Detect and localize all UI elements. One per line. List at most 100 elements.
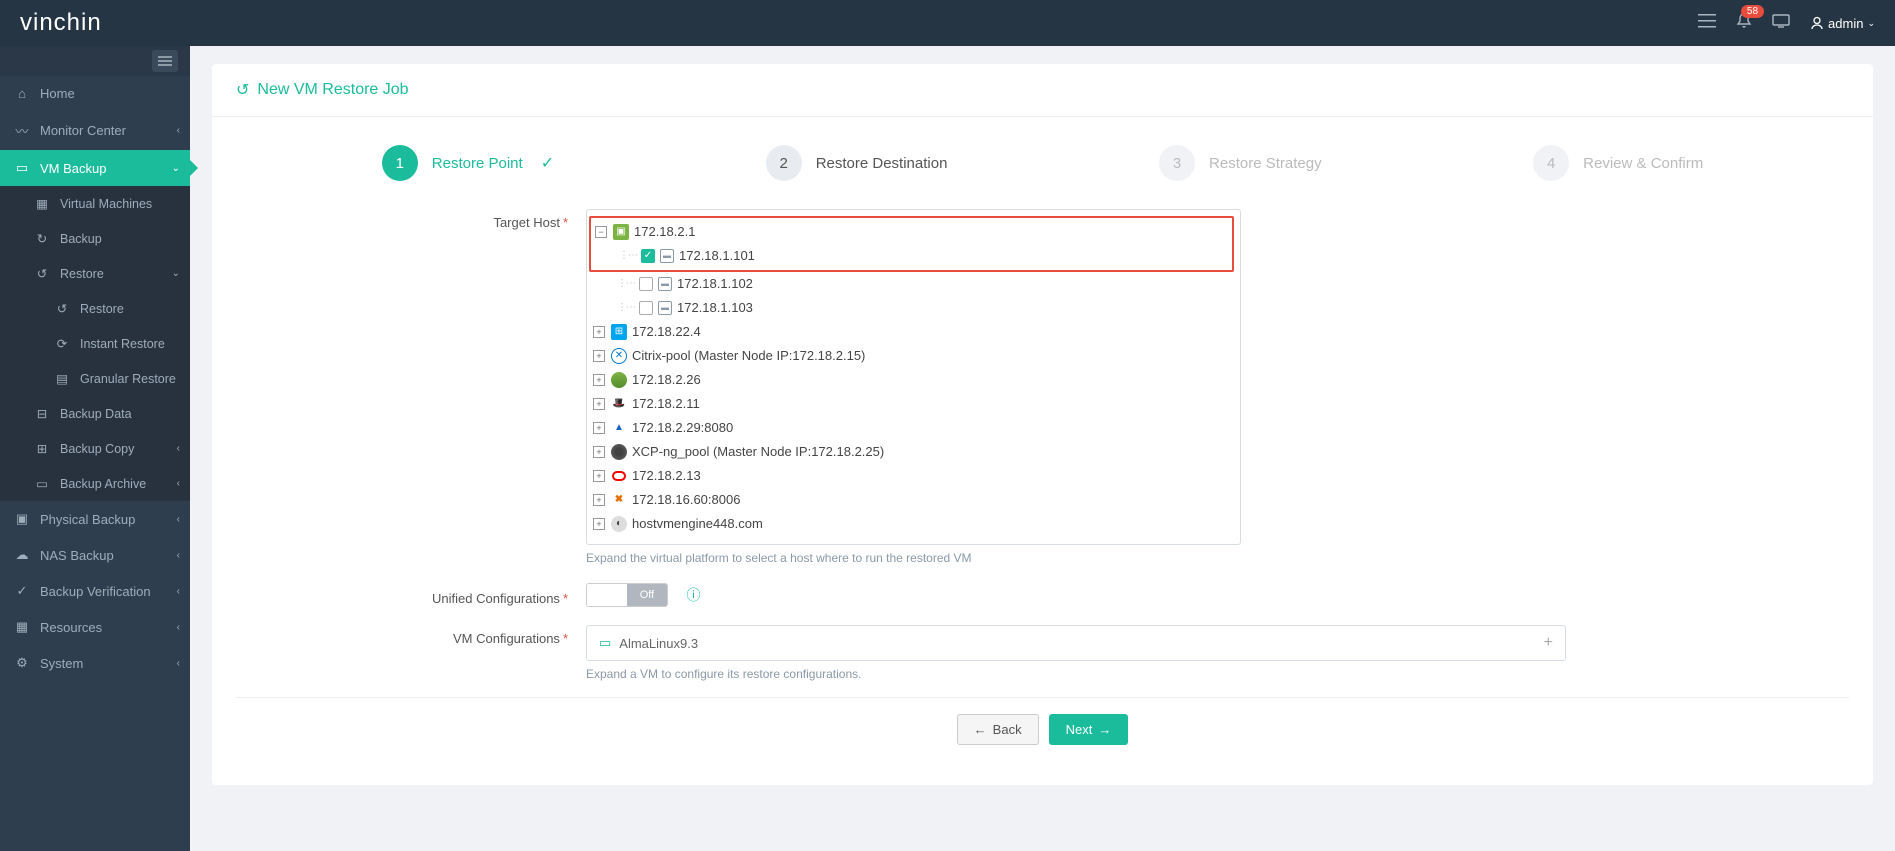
generic-icon: ◐ [611, 516, 627, 532]
step-number: 1 [382, 145, 418, 181]
checkbox[interactable] [639, 301, 653, 315]
bell-icon[interactable]: 58 [1736, 13, 1752, 34]
tree-label: 172.18.2.11 [632, 394, 700, 414]
nav-label: Home [40, 86, 75, 101]
nav-resources[interactable]: ▦Resources‹ [0, 609, 190, 645]
vm-config-item[interactable]: ▭ AlmaLinux9.3 + [586, 625, 1566, 661]
expand-icon[interactable]: + [593, 446, 605, 458]
nav-restore[interactable]: ↺Restore [0, 291, 190, 326]
xcp-icon: ◉ [611, 444, 627, 460]
nav-granular-restore[interactable]: ▤Granular Restore [0, 361, 190, 396]
tree-sibling[interactable]: +🎩172.18.2.11 [593, 392, 1230, 416]
nav-nas-backup[interactable]: ☁NAS Backup‹ [0, 537, 190, 573]
active-arrow [190, 160, 198, 176]
nav-restore-parent[interactable]: ↺Restore⌄ [0, 256, 190, 291]
step-restore-point[interactable]: 1 Restore Point ✓ [382, 145, 554, 181]
refresh-icon: ↻ [34, 231, 50, 246]
step-number: 4 [1533, 145, 1569, 181]
expand-plus-icon[interactable]: + [1544, 634, 1553, 652]
wizard-footer: ← Back Next → [236, 697, 1849, 761]
nav-home[interactable]: ⌂Home [0, 76, 190, 111]
chevron-down-icon: ⌄ [1867, 18, 1875, 29]
nav-vm-backup[interactable]: ▭VM Backup⌄ [0, 150, 190, 186]
nav-label: Backup Copy [60, 442, 134, 456]
tree-child[interactable]: ⋮⋯ ▬ 172.18.1.102 [593, 272, 1230, 296]
nav-label: Backup [60, 232, 102, 246]
user-icon [1810, 16, 1824, 30]
tree-root[interactable]: − ▣ 172.18.2.1 [595, 220, 1228, 244]
arrow-right-icon: → [1098, 722, 1111, 737]
monitor-icon[interactable] [1772, 14, 1790, 33]
citrix-icon: ✕ [611, 348, 627, 364]
tree-sibling[interactable]: +✕Citrix-pool (Master Node IP:172.18.2.1… [593, 344, 1230, 368]
nav-instant-restore[interactable]: ⟳Instant Restore [0, 326, 190, 361]
tree-sibling[interactable]: + ✖ 172.18.16.60:8006 [593, 488, 1230, 512]
user-menu[interactable]: admin ⌄ [1810, 16, 1875, 31]
tree-child[interactable]: ⋮⋯ ✓ ▬ 172.18.1.101 [595, 244, 1228, 268]
checkbox-checked[interactable]: ✓ [641, 249, 655, 263]
nav-system[interactable]: ⚙System‹ [0, 645, 190, 681]
nav-virtual-machines[interactable]: ▦Virtual Machines [0, 186, 190, 221]
vm-config-label: VM Configurations* [236, 625, 586, 646]
nav-physical-backup[interactable]: ▣Physical Backup‹ [0, 501, 190, 537]
target-host-row: Target Host* − ▣ 172.18.2.1 ⋮⋯ [236, 209, 1849, 565]
nav-monitor[interactable]: 〰Monitor Center‹ [0, 111, 190, 150]
checkbox[interactable] [639, 277, 653, 291]
nav-label: Physical Backup [40, 512, 135, 527]
expand-icon[interactable]: + [593, 374, 605, 386]
nav-backup-archive[interactable]: ▭Backup Archive‹ [0, 466, 190, 501]
tree-sibling[interactable]: +▲172.18.2.29:8080 [593, 416, 1230, 440]
tree-connector: ⋮⋯ [619, 246, 637, 266]
copy-icon: ⊞ [34, 441, 50, 456]
chevron-icon: ‹ [177, 514, 180, 525]
sidebar-collapse-button[interactable] [152, 50, 178, 72]
next-button[interactable]: Next → [1049, 714, 1129, 745]
expand-icon[interactable]: + [593, 422, 605, 434]
list-icon[interactable] [1698, 14, 1716, 33]
expand-icon[interactable]: + [593, 350, 605, 362]
chevron-icon: ‹ [177, 443, 180, 454]
nav-label: Instant Restore [80, 337, 165, 351]
tree-sibling[interactable]: +◐hostvmengine448.com [593, 512, 1230, 536]
nav-backup-copy[interactable]: ⊞ Backup Copy ‹ [0, 431, 190, 466]
tree-label: 172.18.22.4 [632, 322, 701, 342]
nav-backup[interactable]: ↻ Backup [0, 221, 190, 256]
step-restore-strategy[interactable]: 3 Restore Strategy [1159, 145, 1322, 181]
host-icon: ▬ [658, 277, 672, 291]
info-icon[interactable]: ⓘ [686, 587, 700, 603]
tree-child[interactable]: ⋮⋯ ▬ 172.18.1.103 [593, 296, 1230, 320]
collapse-icon[interactable]: − [595, 226, 607, 238]
expand-icon[interactable]: + [593, 494, 605, 506]
tree-label: 172.18.2.29:8080 [632, 418, 733, 438]
panel-header: ↺ New VM Restore Job [212, 64, 1873, 117]
expand-icon[interactable]: + [593, 326, 605, 338]
platform-icon [611, 372, 627, 388]
proxmox-icon: ✖ [611, 492, 627, 508]
verify-icon: ✓ [14, 583, 30, 599]
nav-backup-data[interactable]: ⊟Backup Data [0, 396, 190, 431]
host-tree: − ▣ 172.18.2.1 ⋮⋯ ✓ ▬ 172.18.1.101 [586, 209, 1241, 545]
nav-label: Restore [80, 302, 124, 316]
nav-backup-verification[interactable]: ✓Backup Verification‹ [0, 573, 190, 609]
expand-icon[interactable]: + [593, 518, 605, 530]
expand-icon[interactable]: + [593, 398, 605, 410]
wizard-panel: ↺ New VM Restore Job 1 Restore Point ✓ 2… [212, 64, 1873, 785]
back-button[interactable]: ← Back [957, 714, 1039, 745]
tree-label: 172.18.16.60:8006 [632, 490, 740, 510]
tree-sibling[interactable]: +172.18.2.13 [593, 464, 1230, 488]
tree-sibling[interactable]: +⊞172.18.22.4 [593, 320, 1230, 344]
step-restore-destination[interactable]: 2 Restore Destination [766, 145, 948, 181]
chevron-icon: ⌄ [172, 163, 180, 174]
nas-icon: ☁ [14, 547, 30, 563]
chevron-icon: ‹ [177, 622, 180, 633]
sidebar: ⌂Home 〰Monitor Center‹ ▭VM Backup⌄ ▦Virt… [0, 46, 190, 851]
step-label: Restore Strategy [1209, 155, 1322, 172]
unified-toggle[interactable]: Off [586, 583, 668, 607]
tree-connector: ⋮⋯ [617, 274, 635, 294]
tree-sibling[interactable]: +◉XCP-ng_pool (Master Node IP:172.18.2.2… [593, 440, 1230, 464]
expand-icon[interactable]: + [593, 470, 605, 482]
step-review-confirm[interactable]: 4 Review & Confirm [1533, 145, 1703, 181]
tree-sibling[interactable]: +172.18.2.26 [593, 368, 1230, 392]
chevron-icon: ‹ [177, 550, 180, 561]
logo: vinchin [20, 9, 102, 37]
